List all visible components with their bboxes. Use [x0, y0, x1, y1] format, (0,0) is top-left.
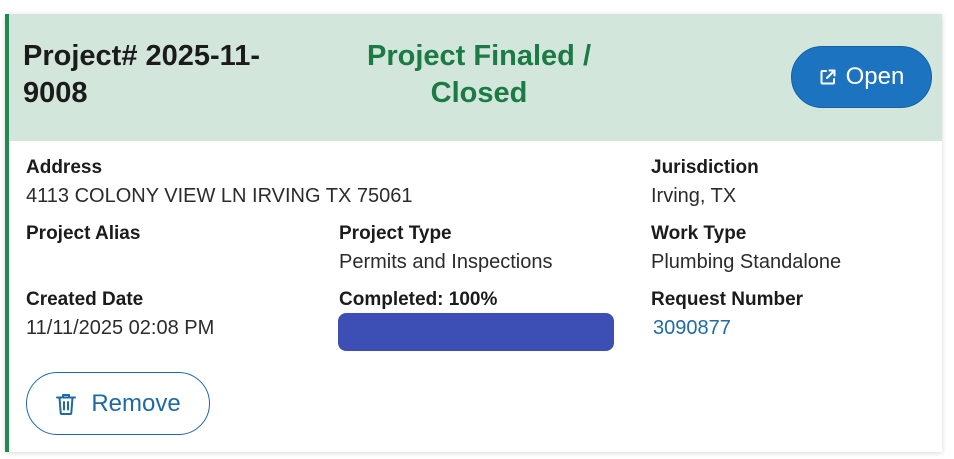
jurisdiction-label: Jurisdiction	[651, 157, 759, 178]
external-link-icon	[820, 69, 836, 85]
project-number: Project# 2025-11-9008	[23, 40, 260, 109]
address-value: 4113 COLONY VIEW LN IRVING TX 75061	[26, 185, 413, 207]
card-header: Project# 2025-11-9008 Project Finaled / …	[9, 14, 942, 141]
work-type-field: Work Type Plumbing Standalone	[651, 222, 841, 274]
work-type-label: Work Type	[651, 223, 747, 244]
created-date-label: Created Date	[26, 289, 144, 310]
request-number-field: Request Number 3090877	[651, 288, 803, 340]
open-button[interactable]: Open	[791, 46, 932, 108]
jurisdiction-field: Jurisdiction Irving, TX	[651, 156, 759, 208]
address-field: Address 4113 COLONY VIEW LN IRVING TX 75…	[26, 156, 412, 208]
completed-label: Completed: 100%	[339, 289, 498, 310]
request-number-link[interactable]: 3090877	[653, 316, 803, 340]
open-button-label: Open	[845, 63, 905, 90]
completion-progress-fill	[338, 313, 614, 351]
completed-field: Completed: 100%	[339, 288, 497, 312]
jurisdiction-value: Irving, TX	[651, 185, 737, 207]
project-type-field: Project Type Permits and Inspections	[339, 222, 552, 274]
project-alias-field: Project Alias	[26, 222, 140, 250]
project-status: Project Finaled / Closed	[367, 40, 591, 109]
address-label: Address	[26, 157, 103, 178]
completion-progress-bar	[338, 313, 614, 351]
created-date-value: 11/11/2025 02:08 PM	[26, 317, 215, 339]
project-type-value: Permits and Inspections	[339, 251, 553, 273]
created-date-field: Created Date 11/11/2025 02:08 PM	[26, 288, 214, 340]
trash-icon	[56, 393, 77, 415]
remove-button[interactable]: Remove	[26, 372, 210, 435]
request-number-label: Request Number	[651, 289, 804, 310]
project-type-label: Project Type	[339, 223, 452, 244]
remove-button-label: Remove	[91, 389, 181, 417]
project-alias-label: Project Alias	[26, 223, 141, 244]
project-card: Project# 2025-11-9008 Project Finaled / …	[5, 14, 942, 452]
work-type-value: Plumbing Standalone	[651, 251, 842, 273]
